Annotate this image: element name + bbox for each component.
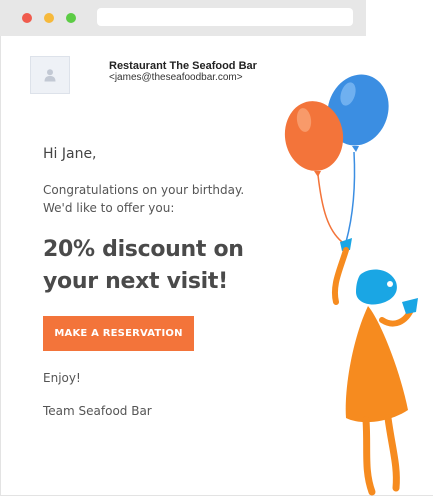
figure-head-icon — [356, 269, 397, 305]
person-icon — [44, 69, 56, 82]
sender-email: <james@theseafoodbar.com> — [109, 72, 243, 83]
signature: Team Seafood Bar — [43, 404, 152, 418]
offer-line-1: 20% discount on — [43, 237, 244, 262]
maximize-window-button[interactable] — [66, 13, 76, 23]
closing-text: Enjoy! — [43, 371, 81, 385]
body-text-line-1: Congratulations on your birthday. — [43, 183, 245, 197]
make-reservation-button[interactable]: MAKE A RESERVATION — [43, 316, 194, 351]
sender-name: Restaurant The Seafood Bar — [109, 60, 257, 72]
window-left-border — [0, 36, 1, 496]
close-window-button[interactable] — [22, 13, 32, 23]
minimize-window-button[interactable] — [44, 13, 54, 23]
greeting: Hi Jane, — [43, 146, 97, 162]
email-window: Restaurant The Seafood Bar <james@thesea… — [0, 0, 433, 500]
offer-line-2: your next visit! — [43, 269, 228, 294]
body-text-line-2: We'd like to offer you: — [43, 201, 175, 215]
balloons-figure-illustration — [284, 74, 418, 496]
address-bar[interactable] — [97, 8, 353, 26]
browser-title-bar — [0, 0, 366, 36]
avatar — [30, 56, 70, 94]
offer-headline: 20% discount on your next visit! — [43, 234, 293, 298]
